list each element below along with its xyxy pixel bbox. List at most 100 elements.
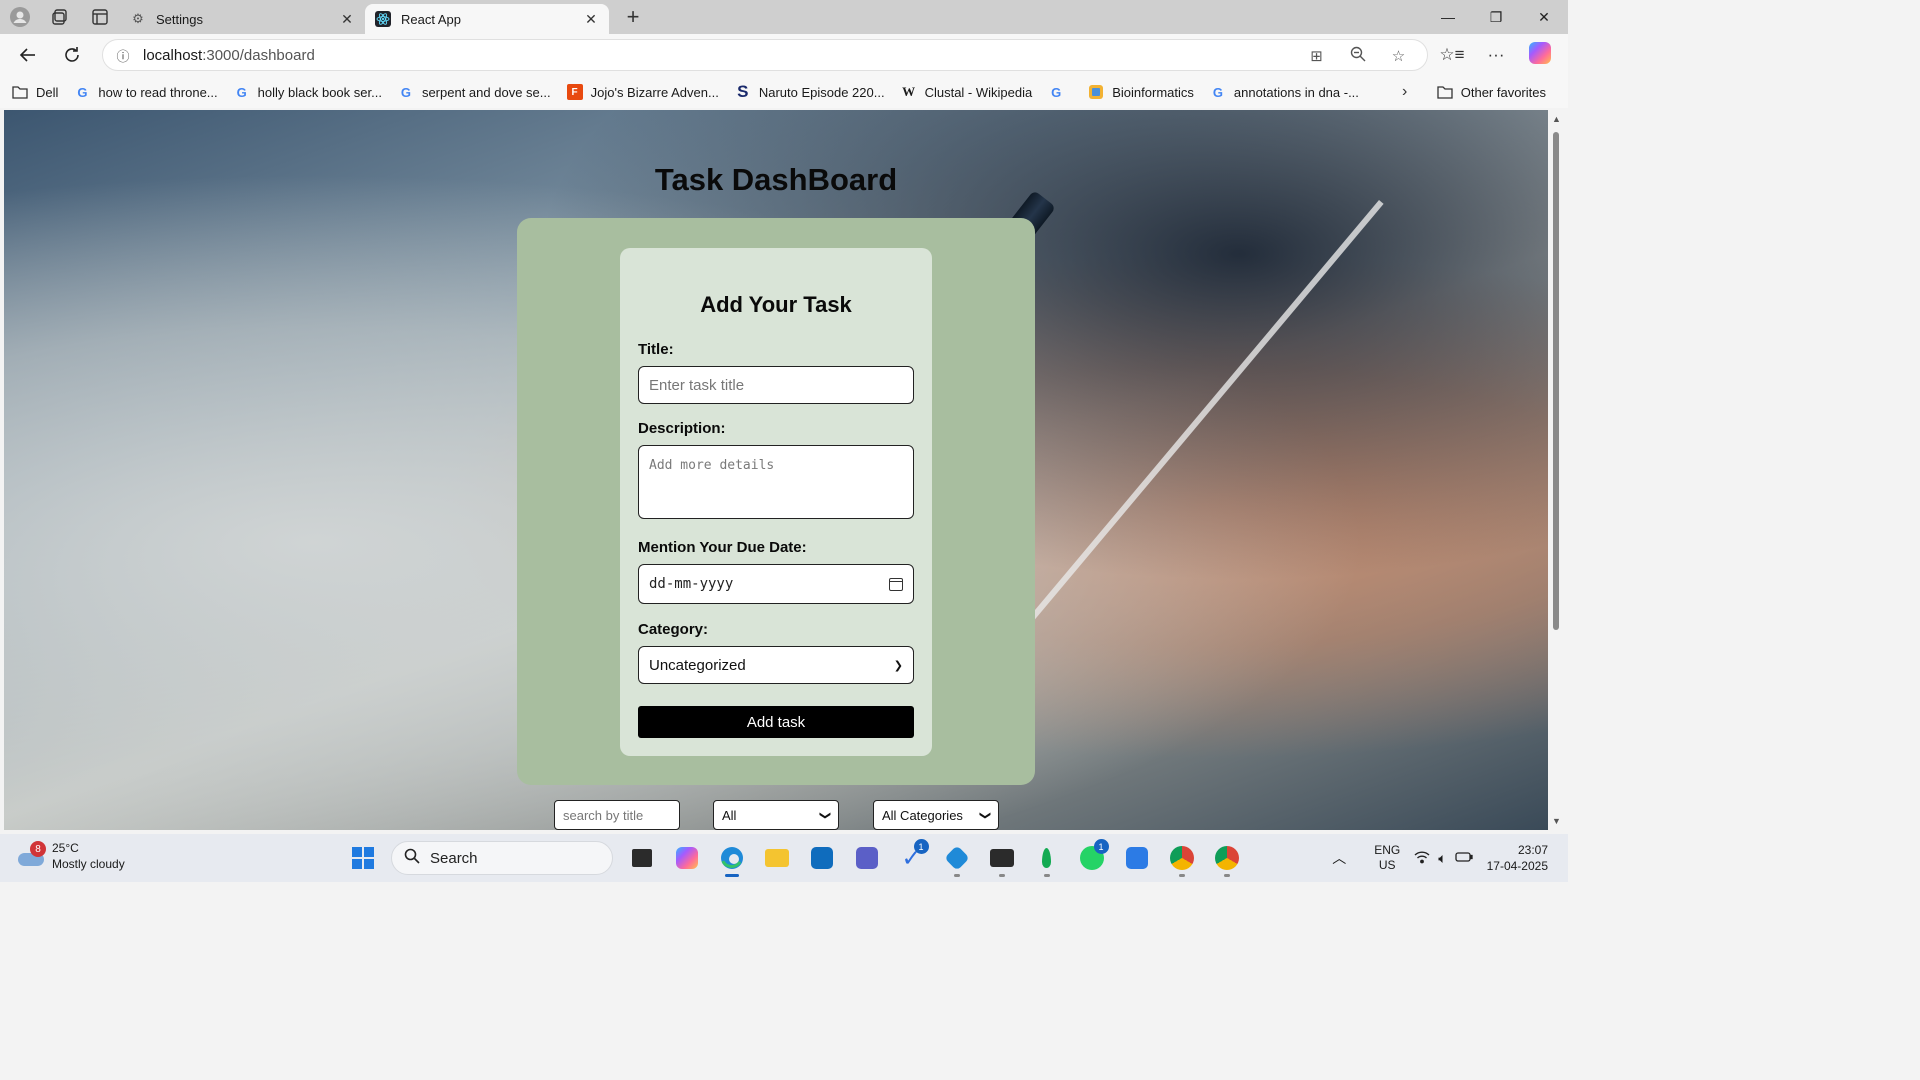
favorite-star-icon[interactable]: ☆ bbox=[1378, 47, 1419, 65]
gear-icon: ⚙ bbox=[132, 11, 144, 26]
scroll-down-icon[interactable]: ▼ bbox=[1552, 816, 1561, 826]
battery-icon[interactable] bbox=[1454, 851, 1473, 866]
whatsapp-icon[interactable]: 1 bbox=[1072, 838, 1112, 878]
cloud-icon: 8 bbox=[16, 841, 46, 867]
status-filter-select[interactable]: All ❯ bbox=[713, 800, 839, 830]
clock[interactable]: 23:07 17-04-2025 bbox=[1487, 842, 1548, 874]
chevron-down-icon: ❯ bbox=[978, 810, 991, 820]
form-heading: Add Your Task bbox=[700, 292, 852, 317]
chevron-right-icon[interactable]: › bbox=[1402, 76, 1407, 108]
close-window-icon[interactable]: ✕ bbox=[1520, 0, 1568, 34]
favorite-item[interactable]: Bioinformatics bbox=[1080, 78, 1202, 106]
mongodb-icon[interactable] bbox=[1027, 838, 1067, 878]
other-favorites[interactable]: Other favorites bbox=[1429, 76, 1554, 108]
wikipedia-icon: W bbox=[902, 84, 916, 99]
terminal-icon[interactable] bbox=[982, 838, 1022, 878]
windows-start-icon[interactable] bbox=[343, 838, 383, 878]
favorites-icon[interactable]: ☆≡ bbox=[1430, 45, 1474, 65]
zoom-icon[interactable] bbox=[1337, 46, 1378, 66]
outlook-icon[interactable] bbox=[802, 838, 842, 878]
new-tab-icon[interactable]: + bbox=[613, 4, 653, 30]
url-text: localhost:3000/dashboard bbox=[143, 46, 315, 64]
toolbar-right: ☆≡ ··· bbox=[1430, 34, 1562, 76]
category-select[interactable]: Uncategorized ❯ bbox=[638, 646, 914, 684]
chevron-down-icon: ❯ bbox=[893, 659, 903, 672]
teams-icon[interactable] bbox=[847, 838, 887, 878]
wifi-icon[interactable] bbox=[1414, 850, 1430, 867]
language-indicator[interactable]: ENG US bbox=[1374, 843, 1400, 873]
favorite-item[interactable]: G serpent and dove se... bbox=[390, 78, 559, 106]
due-date-input[interactable]: dd-mm-yyyy bbox=[638, 564, 914, 604]
title-input[interactable]: Enter task title bbox=[638, 366, 914, 404]
task-view-icon[interactable] bbox=[622, 838, 662, 878]
favorite-dell[interactable]: Dell bbox=[4, 78, 66, 106]
favorite-item[interactable]: F Jojo's Bizarre Adven... bbox=[559, 78, 727, 106]
info-icon[interactable]: ⓘ bbox=[103, 46, 143, 65]
taskbar-apps: Search ✓ 1 1 bbox=[340, 838, 1249, 878]
page-viewport: Task DashBoard Add Your Task Title: Ente… bbox=[4, 110, 1548, 830]
workspaces-icon[interactable] bbox=[40, 0, 80, 34]
scrollbar-thumb[interactable] bbox=[1553, 132, 1559, 630]
browser-toolbar: ⓘ localhost:3000/dashboard ⊞ ☆ ☆≡ ··· bbox=[0, 34, 1568, 76]
calendar-icon[interactable] bbox=[889, 577, 903, 591]
weather-temp: 25°C bbox=[52, 841, 79, 855]
page-title: Task DashBoard bbox=[654, 162, 898, 197]
restore-icon[interactable]: ❐ bbox=[1472, 0, 1520, 34]
more-menu-icon[interactable]: ··· bbox=[1474, 45, 1518, 65]
favorite-item[interactable]: G how to read throne... bbox=[66, 78, 225, 106]
copilot-icon[interactable] bbox=[1518, 41, 1562, 69]
tab-title: React App bbox=[401, 11, 461, 27]
app-available-icon[interactable]: ⊞ bbox=[1296, 47, 1337, 65]
category-filter-select[interactable]: All Categories ❯ bbox=[873, 800, 999, 830]
fandom-icon: F bbox=[566, 84, 583, 100]
volume-icon[interactable]: 🔈︎ bbox=[1438, 850, 1446, 867]
google-icon: G bbox=[1051, 84, 1062, 100]
todo-icon[interactable]: ✓ 1 bbox=[892, 838, 932, 878]
tab-strip: ⚙ Settings ✕ React App ✕ + — ❐ ✕ bbox=[0, 0, 1568, 34]
s-icon: S bbox=[737, 82, 749, 101]
favorite-item[interactable]: G bbox=[1040, 78, 1080, 106]
description-label: Description: bbox=[638, 420, 726, 437]
copilot-app-icon[interactable] bbox=[667, 838, 707, 878]
favorite-item[interactable]: W Clustal - Wikipedia bbox=[893, 78, 1041, 106]
close-icon[interactable]: ✕ bbox=[583, 11, 599, 28]
add-task-form: Add Your Task Title: Enter task title De… bbox=[620, 248, 932, 756]
google-icon: G bbox=[77, 84, 88, 100]
scroll-up-icon[interactable]: ▲ bbox=[1552, 114, 1561, 124]
system-tray: ︿ ENG US 🔈︎ 23:07 17-04-2025 bbox=[1314, 834, 1568, 882]
folder-icon bbox=[12, 84, 28, 100]
title-label: Title: bbox=[638, 341, 674, 358]
form-container: Add Your Task Title: Enter task title De… bbox=[517, 218, 1035, 785]
chrome-profile-icon[interactable] bbox=[1207, 838, 1247, 878]
window-controls: — ❐ ✕ bbox=[1424, 0, 1568, 34]
favorite-item[interactable]: S Naruto Episode 220... bbox=[727, 78, 893, 106]
minimize-icon[interactable]: — bbox=[1424, 0, 1472, 34]
whiteboard-icon[interactable] bbox=[1117, 838, 1157, 878]
edge-icon[interactable] bbox=[712, 838, 752, 878]
page-scrollbar[interactable]: ▲ ▼ bbox=[1548, 110, 1568, 830]
weather-badge: 8 bbox=[30, 841, 46, 857]
tab-react-app[interactable]: React App ✕ bbox=[365, 4, 609, 34]
chrome-icon[interactable] bbox=[1162, 838, 1202, 878]
refresh-icon[interactable] bbox=[50, 37, 94, 73]
react-icon bbox=[375, 11, 391, 27]
address-bar[interactable]: ⓘ localhost:3000/dashboard ⊞ ☆ bbox=[102, 39, 1428, 71]
chevron-up-icon[interactable]: ︿ bbox=[1332, 848, 1346, 868]
vscode-icon[interactable] bbox=[937, 838, 977, 878]
add-task-button[interactable]: Add task bbox=[638, 706, 914, 738]
tab-settings[interactable]: ⚙ Settings ✕ bbox=[120, 4, 365, 34]
search-input[interactable]: search by title bbox=[554, 800, 680, 830]
taskbar-search[interactable]: Search bbox=[391, 841, 613, 875]
tab-actions-icon[interactable] bbox=[80, 0, 120, 34]
back-arrow-icon[interactable] bbox=[6, 37, 50, 73]
close-icon[interactable]: ✕ bbox=[339, 11, 355, 28]
description-textarea[interactable]: Add more details bbox=[638, 445, 914, 519]
weather-widget[interactable]: 8 25°C Mostly cloudy bbox=[16, 840, 125, 872]
google-icon: G bbox=[1212, 84, 1223, 100]
favorite-item[interactable]: G annotations in dna -... bbox=[1202, 78, 1367, 106]
bookmark-icon bbox=[1088, 84, 1104, 100]
profile-icon[interactable] bbox=[0, 0, 40, 34]
favorite-item[interactable]: G holly black book ser... bbox=[226, 78, 390, 106]
file-explorer-icon[interactable] bbox=[757, 838, 797, 878]
category-label: Category: bbox=[638, 621, 709, 638]
